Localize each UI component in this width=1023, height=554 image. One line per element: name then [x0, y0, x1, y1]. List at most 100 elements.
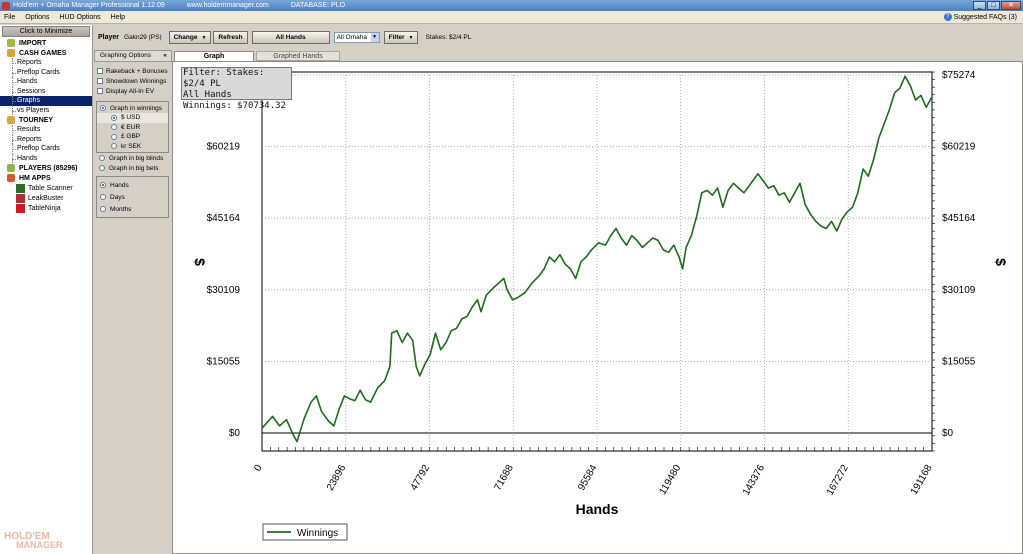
y-tick-label-left: $45164 — [207, 213, 241, 224]
sidebar-section-label: PLAYERS (85296) — [19, 164, 78, 172]
sidebar-section-hm-apps[interactable]: HM APPS — [0, 173, 92, 183]
sidebar-app-tableninja[interactable]: TableNinja — [0, 203, 92, 213]
help-icon: ? — [943, 13, 952, 21]
currency-usd-radio[interactable]: $ USD — [97, 113, 168, 123]
tableninja-icon — [16, 203, 25, 213]
sidebar-item-results[interactable]: Results — [0, 125, 92, 135]
y-tick-label-right: $15055 — [942, 356, 976, 367]
radio-label: Graph in big bets — [109, 164, 159, 172]
x-axis-days-radio[interactable]: Days — [97, 191, 168, 203]
x-tick-label: 191168 — [909, 463, 935, 497]
filter-label: Filter — [388, 34, 405, 41]
sidebar-item-tourney-preflop-cards[interactable]: Preflop Cards — [0, 144, 92, 154]
sidebar-item-reports[interactable]: Reports — [0, 58, 92, 68]
sidebar-section-import[interactable]: IMPORT — [0, 38, 92, 48]
radio-label: Hands — [110, 181, 129, 189]
game-type-select[interactable]: All Omaha ▼ — [333, 32, 380, 43]
checkbox-label: Display All-In EV — [106, 87, 155, 95]
sidebar-app-label: LeakBuster — [28, 194, 64, 202]
x-tick-label: 119480 — [658, 463, 684, 497]
collapse-icon[interactable]: « — [163, 51, 167, 61]
checkbox-box — [97, 88, 103, 94]
player-label: Player — [98, 34, 120, 41]
x-axis-months-radio[interactable]: Months — [97, 203, 168, 215]
change-label: Change — [173, 34, 198, 41]
radio-label: £ GBP — [121, 133, 141, 141]
filter-button[interactable]: Filter ▼ — [383, 31, 419, 44]
window-url: www.holdemmanager.com — [186, 2, 269, 9]
radio-dot — [100, 194, 106, 200]
legend-label-winnings: Winnings — [297, 528, 338, 539]
y-tick-label-left: $60219 — [207, 142, 241, 153]
display-all-in-ev-checkbox[interactable]: Display All-In EV — [94, 86, 172, 96]
minimize-sidebar-button[interactable]: Click to Minimize — [2, 26, 90, 37]
graph-in-big-bets-radio[interactable]: Graph in big bets — [96, 163, 172, 173]
dropdown-arrow-icon: ▼ — [408, 35, 414, 41]
sidebar-app-table-scanner[interactable]: Table Scanner — [0, 183, 92, 193]
x-axis-label: Hands — [576, 501, 619, 517]
minimize-window-button[interactable]: _ — [973, 1, 986, 10]
y-tick-label-right: $60219 — [942, 142, 976, 153]
radio-dot — [111, 133, 117, 140]
sidebar-app-label: TableNinja — [28, 204, 61, 212]
sidebar: Click to Minimize IMPORT CASH GAMES Repo… — [0, 25, 93, 554]
y-axis-label-right: $ — [993, 258, 1009, 266]
leakbuster-icon — [16, 193, 25, 203]
info-winnings-line: Winnings: $70734.32 — [183, 101, 286, 111]
sidebar-section-label: TOURNEY — [19, 116, 54, 124]
menu-hud-options[interactable]: HUD Options — [59, 14, 100, 21]
close-window-button[interactable]: ✕ — [1001, 1, 1021, 10]
tab-graphed-hands[interactable]: Graphed Hands — [256, 51, 340, 61]
radio-dot — [99, 165, 105, 171]
currency-eur-radio[interactable]: € EUR — [97, 123, 168, 133]
x-axis-hands-radio[interactable]: Hands — [97, 179, 168, 191]
logo-line-2: MANAGER — [16, 540, 63, 550]
sidebar-item-tourney-reports[interactable]: Reports — [0, 134, 92, 145]
rakeback-checkbox[interactable]: Rakeback + Bonuses — [94, 66, 172, 76]
checkbox-box — [97, 68, 103, 74]
y-tick-label-right: $45164 — [942, 213, 976, 224]
window-database: DATABASE: PLO — [290, 2, 346, 9]
sidebar-section-cash-games[interactable]: CASH GAMES — [0, 48, 92, 58]
menu-options[interactable]: Options — [25, 14, 49, 21]
sidebar-item-vs-players[interactable]: vs Players — [0, 105, 92, 116]
info-filter-line: Filter: Stakes: $2/4 PL — [183, 68, 265, 89]
sidebar-item-sessions[interactable]: Sessions — [0, 86, 92, 97]
x-tick-label: 0 — [252, 463, 265, 474]
suggested-faqs-link[interactable]: ? Suggested FAQs (3) — [943, 13, 1017, 21]
checkbox-label: Rakeback + Bonuses — [106, 67, 168, 75]
chevron-down-icon: ▼ — [370, 33, 379, 42]
sidebar-section-players[interactable]: PLAYERS (85296) — [0, 163, 92, 173]
sidebar-item-preflop-cards[interactable]: Preflop Cards — [0, 67, 92, 78]
all-hands-button[interactable]: All Hands — [251, 31, 330, 44]
currency-sek-radio[interactable]: kr SEK — [97, 142, 168, 152]
x-axis-group: Hands Days Months — [96, 176, 169, 218]
holdem-manager-logo: HOLD'EM MANAGER — [4, 532, 63, 550]
y-tick-label-right: $75274 — [942, 70, 976, 81]
sidebar-section-tourney[interactable]: TOURNEY — [0, 115, 92, 125]
radio-dot — [100, 206, 106, 212]
radio-label: Days — [110, 193, 125, 201]
menu-help[interactable]: Help — [111, 14, 125, 21]
graph-in-winnings-radio[interactable]: Graph in winnings — [97, 103, 168, 113]
radio-dot — [111, 124, 117, 131]
x-tick-label: 167272 — [825, 463, 851, 498]
tab-graph[interactable]: Graph — [174, 51, 254, 61]
sidebar-item-graphs[interactable]: Graphs — [0, 96, 92, 106]
currency-gbp-radio[interactable]: £ GBP — [97, 132, 168, 142]
checkbox-label: Showdown Winnings — [106, 77, 167, 85]
sidebar-item-tourney-hands[interactable]: Hands — [0, 153, 92, 164]
maximize-window-button[interactable]: □ — [987, 1, 1000, 10]
menu-file[interactable]: File — [4, 14, 15, 21]
graph-in-big-blinds-radio[interactable]: Graph in big blinds — [96, 153, 172, 163]
change-player-button[interactable]: Change ▼ — [168, 31, 212, 44]
sidebar-item-hands[interactable]: Hands — [0, 77, 92, 87]
x-tick-label: 143376 — [741, 463, 767, 498]
stakes-label: Stakes: $2/4 PL — [425, 34, 472, 41]
refresh-button[interactable]: Refresh — [213, 31, 248, 44]
y-tick-label-left: $0 — [229, 428, 241, 439]
dropdown-arrow-icon: ▼ — [201, 35, 207, 41]
sidebar-app-leakbuster[interactable]: LeakBuster — [0, 193, 92, 203]
app-icon — [2, 1, 10, 10]
showdown-winnings-checkbox[interactable]: Showdown Winnings — [94, 76, 172, 86]
